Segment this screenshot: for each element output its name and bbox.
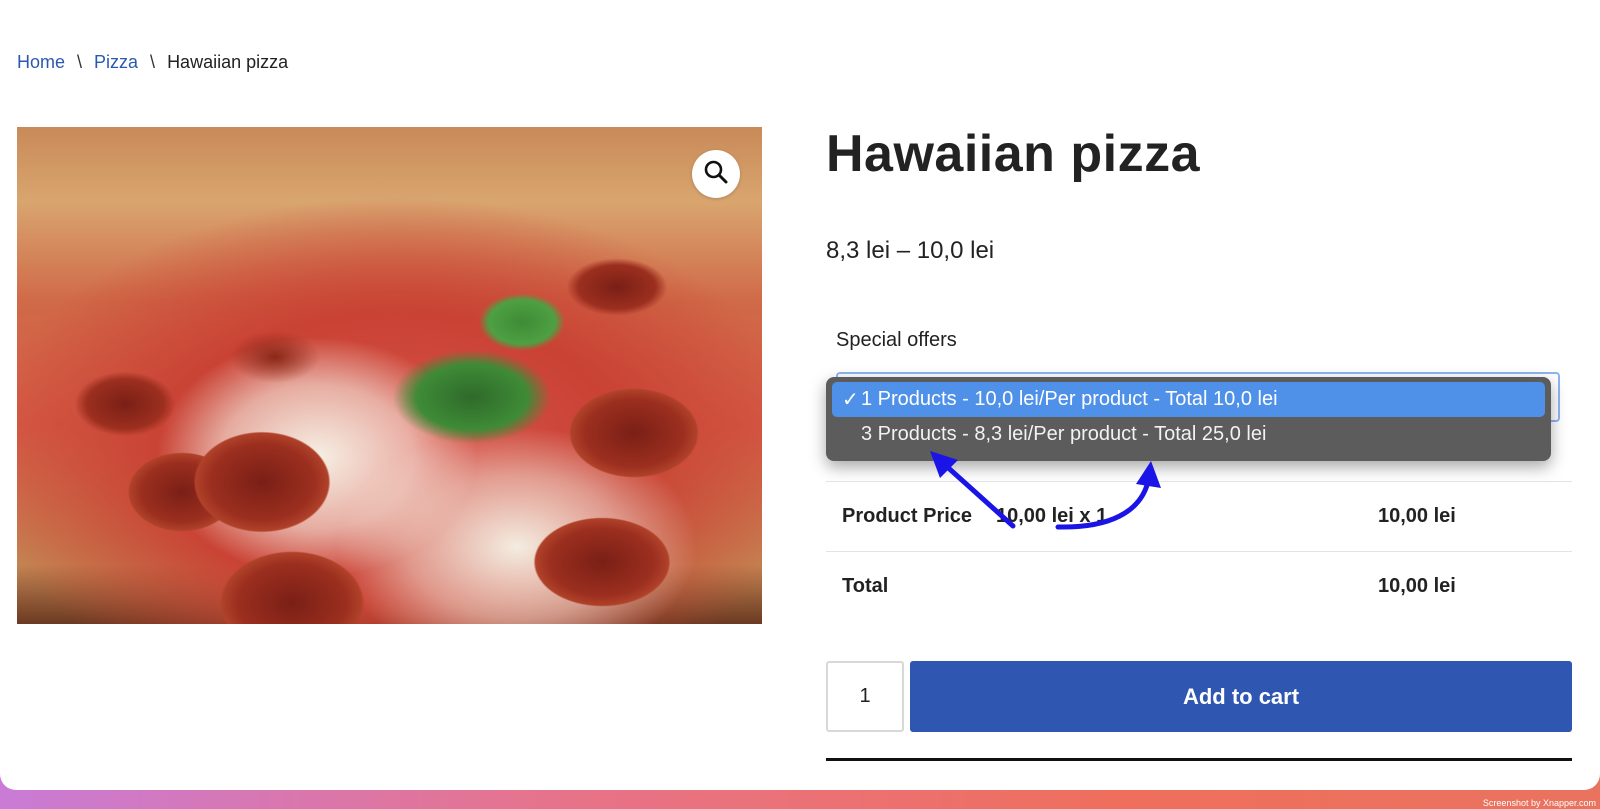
product-price-value: 10,00 lei: [1378, 505, 1456, 527]
special-offers-dropdown: ✓ 1 Products - 10,0 lei/Per product - To…: [826, 377, 1551, 461]
zoom-button[interactable]: [692, 150, 740, 198]
offer-option-3[interactable]: 3 Products - 8,3 lei/Per product - Total…: [832, 417, 1545, 452]
breadcrumb-current: Hawaiian pizza: [167, 52, 289, 72]
offer-option-label: 3 Products - 8,3 lei/Per product - Total…: [861, 423, 1267, 445]
breadcrumb-separator: \: [77, 52, 83, 72]
checkmark-icon: ✓: [842, 389, 859, 411]
product-price-detail: 10,00 lei x 1: [996, 505, 1108, 527]
product-price-range: 8,3 lei – 10,0 lei: [826, 237, 995, 264]
table-divider: [826, 481, 1572, 482]
browser-page: Home \ Pizza \ Hawaiian pizza Hawaiian p…: [0, 0, 1600, 790]
magnifier-icon: [703, 159, 729, 190]
total-value: 10,00 lei: [1378, 575, 1456, 597]
quantity-input[interactable]: 1: [826, 661, 904, 732]
section-divider: [826, 758, 1572, 761]
table-divider: [826, 551, 1572, 552]
breadcrumb: Home \ Pizza \ Hawaiian pizza: [17, 52, 288, 73]
product-image[interactable]: [17, 127, 762, 624]
watermark: Screenshot by Xnapper.com: [1482, 798, 1596, 808]
product-title: Hawaiian pizza: [826, 125, 1200, 183]
special-offers-label: Special offers: [836, 329, 957, 351]
add-to-cart-button[interactable]: Add to cart: [910, 661, 1572, 732]
breadcrumb-separator: \: [150, 52, 156, 72]
offer-option-1[interactable]: ✓ 1 Products - 10,0 lei/Per product - To…: [832, 382, 1545, 417]
total-label: Total: [842, 575, 889, 597]
offer-option-label: 1 Products - 10,0 lei/Per product - Tota…: [861, 388, 1278, 410]
breadcrumb-pizza-link[interactable]: Pizza: [94, 52, 138, 73]
breadcrumb-home-link[interactable]: Home: [17, 52, 65, 73]
product-price-label: Product Price: [842, 505, 973, 527]
